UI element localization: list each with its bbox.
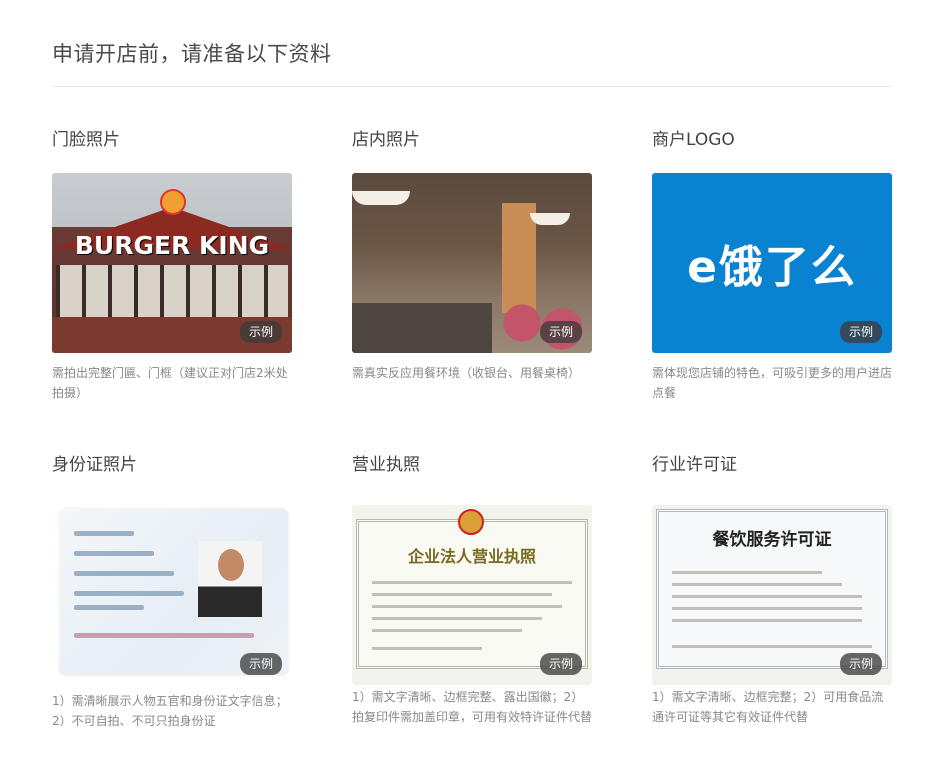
burger-king-logo [160, 189, 186, 215]
card-business-license: 营业执照 企业法人营业执照 示例 1）需文字清晰、边框完整、露出国徽；2） 拍复… [352, 453, 592, 724]
card-interior-photo: 店内照片 示例 需真实反应用餐环境（收银台、用餐桌椅） [352, 128, 592, 380]
card-industry-permit: 行业许可证 餐饮服务许可证 示例 1）需文字清晰、边框完整；2）可用食品流 通许… [652, 453, 892, 724]
card-merchant-logo: 商户LOGO e饿了么 示例 需体现您店铺的特色，可吸引更多的用户进店 点餐 [652, 128, 892, 400]
desc-line: 拍复印件需加盖印章，可用有效特许证件代替 [352, 710, 593, 724]
interior-floor [352, 303, 492, 353]
national-emblem-icon [458, 509, 484, 535]
certificate-title: 餐饮服务许可证 [712, 530, 832, 550]
title-divider [52, 86, 892, 87]
example-badge: 示例 [239, 653, 282, 675]
example-badge: 示例 [539, 653, 582, 675]
card-title: 行业许可证 [652, 455, 737, 475]
industry-permit-example-image[interactable]: 餐饮服务许可证 示例 [652, 505, 892, 685]
desc-line: 1）需文字清晰、边框完整、露出国徽；2） [352, 690, 584, 704]
desc-line: 通许可证等其它有效证件代替 [652, 710, 809, 724]
desc-line: 1）需文字清晰、边框完整；2）可用食品流 [652, 690, 884, 704]
page-title: 申请开店前，请准备以下资料 [52, 42, 332, 66]
storefront-windows [56, 265, 288, 317]
storefront-sign-text: BURGER KING [74, 231, 270, 260]
desc-line: 需真实反应用餐环境（收银台、用餐桌椅） [352, 366, 581, 380]
example-badge: 示例 [839, 653, 882, 675]
certificate-title: 企业法人营业执照 [407, 547, 536, 566]
logo-example-image[interactable]: e饿了么 示例 [652, 173, 892, 353]
card-description: 需拍出完整门匾、门框（建议正对门店2米处 拍摄） [52, 363, 294, 403]
desc-line: 需拍出完整门匾、门框（建议正对门店2米处 [52, 366, 288, 380]
desc-line: 需体现您店铺的特色，可吸引更多的用户进店 [652, 366, 893, 380]
storefront-example-image[interactable]: BURGER KING 示例 [52, 173, 292, 353]
card-title: 营业执照 [352, 455, 420, 475]
desc-line: 点餐 [652, 386, 677, 400]
card-title: 店内照片 [352, 130, 420, 150]
card-title: 身份证照片 [52, 455, 137, 475]
desc-line: 1）需清晰展示人物五官和身份证文字信息； [52, 694, 288, 708]
lamp-icon [530, 213, 570, 225]
example-badge: 示例 [239, 321, 282, 343]
example-badge: 示例 [539, 321, 582, 343]
card-description: 需真实反应用餐环境（收银台、用餐桌椅） [352, 363, 594, 383]
interior-example-image[interactable]: 示例 [352, 173, 592, 353]
desc-line: 拍摄） [52, 386, 89, 400]
card-description: 1）需清晰展示人物五官和身份证文字信息； 2）不可自拍、不可只拍身份证 [52, 691, 294, 731]
card-description: 1）需文字清晰、边框完整；2）可用食品流 通许可证等其它有效证件代替 [652, 687, 894, 727]
card-title: 商户LOGO [652, 130, 735, 150]
card-title: 门脸照片 [52, 130, 120, 150]
card-description: 1）需文字清晰、边框完整、露出国徽；2） 拍复印件需加盖印章，可用有效特许证件代… [352, 687, 594, 727]
id-face [218, 549, 244, 581]
card-id-photo: 身份证照片 示例 1）需清晰展示人物五官和身份证文字信息； 2）不可自拍、不可只… [52, 453, 292, 728]
eleme-logo-text: e饿了么 [687, 242, 857, 293]
lamp-icon [352, 191, 410, 205]
card-storefront-photo: 门脸照片 BURGER KING 示例 需拍出完整门匾、门框（建议正对门店2米处… [52, 128, 292, 400]
card-description: 需体现您店铺的特色，可吸引更多的用户进店 点餐 [652, 363, 894, 403]
id-card-example-image[interactable]: 示例 [52, 505, 292, 685]
business-license-example-image[interactable]: 企业法人营业执照 示例 [352, 505, 592, 685]
example-badge: 示例 [839, 321, 882, 343]
desc-line: 2）不可自拍、不可只拍身份证 [52, 714, 216, 728]
